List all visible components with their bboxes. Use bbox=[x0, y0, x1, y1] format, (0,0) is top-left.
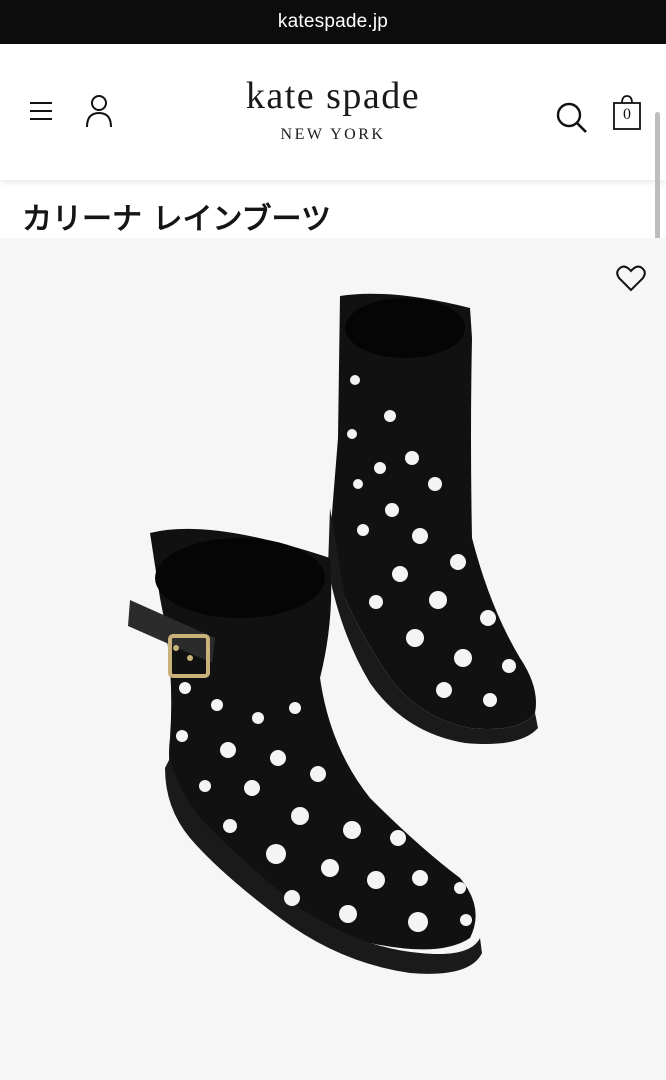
menu-button[interactable] bbox=[24, 96, 58, 126]
heart-icon bbox=[616, 265, 646, 292]
right-boot bbox=[328, 293, 538, 744]
shopping-bag-button[interactable]: 0 bbox=[607, 92, 647, 132]
site-header: kate spade NEW YORK 0 bbox=[0, 44, 666, 180]
search-button[interactable] bbox=[552, 98, 592, 138]
bag-count: 0 bbox=[623, 106, 631, 123]
product-title: カリーナ レインブーツ bbox=[22, 202, 331, 237]
brand-logo[interactable]: kate spade NEW YORK bbox=[200, 74, 466, 144]
menu-icon bbox=[30, 102, 52, 120]
wishlist-button[interactable] bbox=[614, 262, 648, 294]
brand-name: kate spade bbox=[245, 75, 421, 117]
url-text: katespade.jp bbox=[277, 11, 389, 32]
account-button[interactable] bbox=[80, 92, 118, 130]
search-icon bbox=[556, 102, 587, 133]
product-image-rain-boots bbox=[128, 293, 538, 974]
address-bar[interactable]: katespade.jp bbox=[0, 0, 666, 44]
brand-subtitle: NEW YORK bbox=[280, 126, 386, 143]
account-icon bbox=[86, 95, 112, 128]
